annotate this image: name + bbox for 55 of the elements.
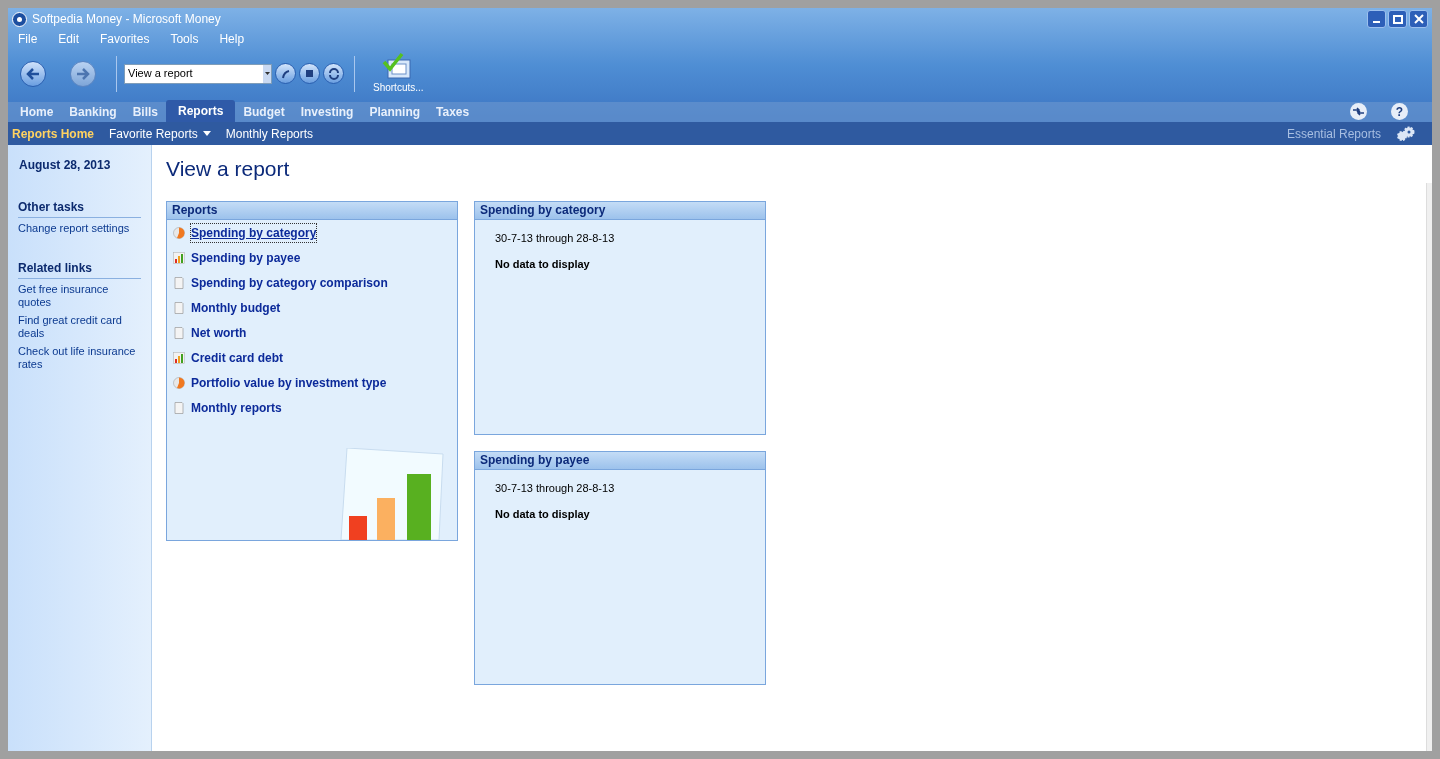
bar-chart-icon [173,352,185,364]
report-link[interactable]: Monthly budget [191,299,281,317]
report-link[interactable]: Monthly reports [191,399,282,417]
panel-header: Spending by category [475,201,765,220]
document-icon [173,302,185,314]
shortcuts-button[interactable]: Shortcuts... [373,52,424,95]
date-range: 30-7-13 through 28-8-13 [495,230,616,246]
essential-reports-link[interactable]: Essential Reports [1286,124,1381,143]
empty-message: No data to display [495,507,591,522]
app-logo-icon [12,11,27,27]
stop-button[interactable] [299,63,320,84]
switch-arrows-icon[interactable] [1350,103,1367,120]
document-icon [173,327,185,339]
help-icon[interactable]: ? [1391,103,1408,120]
subnav-link[interactable]: Reports Home [12,124,94,143]
panel-header: Reports [167,201,457,220]
report-link[interactable]: Spending by category comparison [191,274,388,292]
sidebar-link[interactable]: Find great credit card deals [18,314,141,340]
right-arrow-icon [76,67,90,80]
report-link[interactable]: Spending by category [191,224,317,242]
document-icon [173,277,185,289]
maximize-button[interactable] [1388,10,1407,28]
pie-chart-icon [173,227,185,239]
sidebar-link[interactable]: Get free insurance quotes [18,283,141,309]
subnav-link[interactable]: Favorite Reports [109,124,211,143]
refresh-button[interactable] [323,63,344,84]
report-link[interactable]: Credit card debt [191,349,283,367]
window-title: Softpedia Money - Microsoft Money [32,11,221,28]
address-field[interactable]: View a report [124,63,272,84]
sidebar-section-title: Other tasks [18,198,141,218]
pie-chart-icon [173,377,185,389]
date-range: 30-7-13 through 28-8-13 [495,480,616,496]
nav-tab[interactable]: Reports [166,100,236,122]
subnav-link[interactable]: Monthly Reports [225,124,314,143]
panel-header: Spending by payee [475,451,765,470]
close-icon [1413,14,1424,24]
sidebar-date: August 28, 2013 [18,157,112,174]
report-link[interactable]: Spending by payee [191,249,301,267]
document-icon [173,402,185,414]
go-button[interactable] [275,63,296,84]
bar-chart-icon [173,252,185,264]
report-link[interactable]: Portfolio value by investment type [191,374,387,392]
minimize-button[interactable] [1367,10,1386,28]
report-link[interactable]: Net worth [191,324,247,342]
page-title: View a report [166,156,291,182]
gears-icon[interactable] [1396,126,1416,141]
forward-button[interactable] [70,60,96,87]
close-button[interactable] [1409,10,1428,28]
sidebar-link[interactable]: Change report settings [18,222,141,235]
refresh-icon [327,67,340,80]
back-button[interactable] [20,60,46,87]
sidebar-link[interactable]: Check out life insurance rates [18,345,141,371]
left-arrow-icon [26,67,40,80]
empty-message: No data to display [495,257,591,272]
sidebar-section-title: Related links [18,259,141,279]
